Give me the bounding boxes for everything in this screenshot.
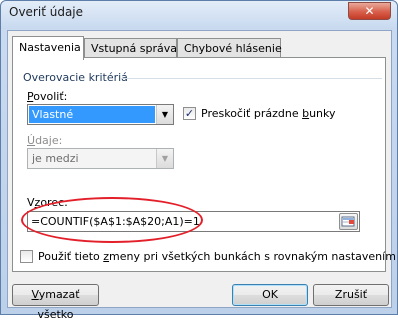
formula-value: =COUNTIF($A$1:$A$20;A1)=1 <box>31 215 200 228</box>
validation-criteria-heading: Overovacie kritériá <box>23 71 128 84</box>
check-icon: ✓ <box>184 107 195 120</box>
data-select-value: je medzi <box>32 152 79 165</box>
cancel-button[interactable]: Zrušiť <box>313 284 389 306</box>
settings-panel: Overovacie kritériá Povoliť: Vlastné ▼ ✓… <box>12 57 386 272</box>
title-bar[interactable]: Overiť údaje ✕ <box>1 1 397 29</box>
dialog-title: Overiť údaje <box>9 5 84 19</box>
data-select: je medzi ▼ <box>27 148 174 169</box>
ok-button[interactable]: OK <box>232 284 308 306</box>
clear-all-button[interactable]: Vymazať všetko <box>12 284 99 321</box>
formula-field[interactable]: =COUNTIF($A$1:$A$20;A1)=1 <box>27 211 360 232</box>
close-button[interactable]: ✕ <box>348 2 391 20</box>
apply-all-label: Použiť tieto zmeny pri všetkých bunkách … <box>38 250 396 263</box>
tab-input-message-label: Vstupná správa <box>91 42 177 55</box>
chevron-down-icon[interactable]: ▼ <box>156 105 173 124</box>
close-icon: ✕ <box>364 4 375 18</box>
dialog-body: Nastavenia Vstupná správa Chybové hlásen… <box>7 30 396 321</box>
group-divider <box>120 78 382 79</box>
formula-label: Vzorec: <box>27 196 68 209</box>
apply-all-checkbox[interactable] <box>20 250 33 263</box>
chevron-down-icon: ▼ <box>156 149 173 168</box>
ignore-blank-checkbox[interactable]: ✓ <box>183 107 196 120</box>
tab-error-alert[interactable]: Chybové hlásenie <box>177 38 282 58</box>
allow-select-value: Vlastné <box>29 106 155 123</box>
ignore-blank-label: Preskočiť prázdne bunky <box>201 107 336 120</box>
dialog-window: Overiť údaje ✕ Nastavenia Vstupná správa… <box>0 0 398 321</box>
allow-label: Povoliť: <box>27 90 68 103</box>
tab-settings[interactable]: Nastavenia <box>12 36 84 60</box>
data-label: Údaje: <box>27 134 63 147</box>
tab-input-message[interactable]: Vstupná správa <box>84 38 177 58</box>
tab-settings-label: Nastavenia <box>19 41 81 54</box>
allow-select[interactable]: Vlastné ▼ <box>27 104 174 125</box>
range-selector-button[interactable] <box>339 213 358 230</box>
range-selector-icon <box>341 216 355 227</box>
tab-error-alert-label: Chybové hlásenie <box>184 42 282 55</box>
